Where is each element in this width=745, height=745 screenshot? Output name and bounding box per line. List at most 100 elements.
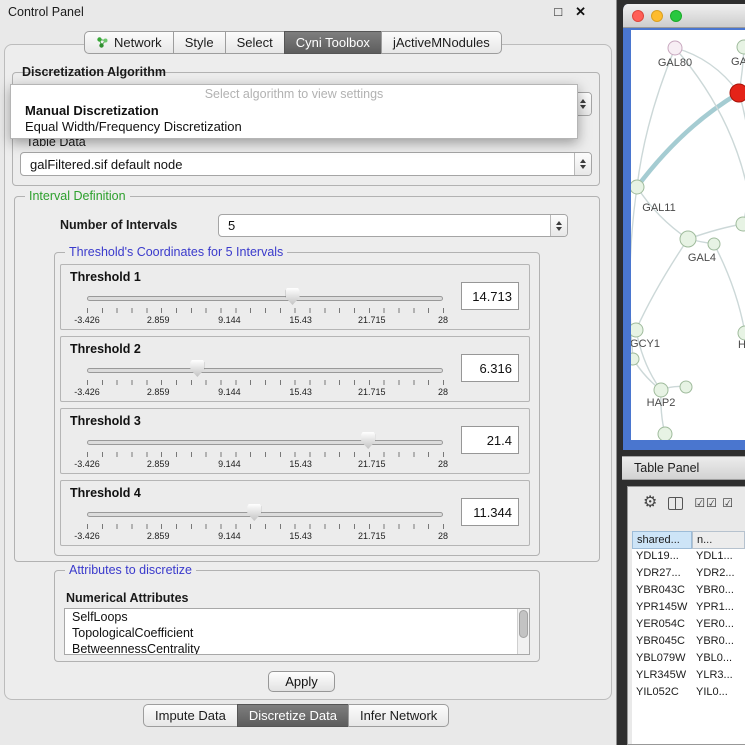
- table-row[interactable]: YBR043CYBR0...: [632, 583, 745, 600]
- tab-discretize-data[interactable]: Discretize Data: [237, 704, 348, 727]
- tab-impute-data[interactable]: Impute Data: [143, 704, 237, 727]
- network-node[interactable]: [730, 84, 745, 102]
- dropdown-option-equal-width-frequency[interactable]: Equal Width/Frequency Discretization: [11, 118, 577, 134]
- tab-select[interactable]: Select: [225, 31, 284, 54]
- tick-label: 28: [438, 531, 448, 541]
- network-edge[interactable]: [636, 239, 688, 330]
- slider-track[interactable]: [87, 296, 443, 301]
- cell-name: YDR2...: [692, 566, 745, 583]
- tab-jactivemnodules[interactable]: jActiveMNodules: [381, 31, 502, 54]
- thresholds-container: Threshold 1 -3.426 2.859 9.144 15.43 21.715 28…: [60, 264, 534, 552]
- network-node-h[interactable]: [738, 326, 745, 340]
- network-node-gal4[interactable]: [680, 231, 696, 247]
- network-node[interactable]: [658, 427, 672, 440]
- threshold-value-field[interactable]: 21.4: [461, 426, 519, 454]
- slider-thumb[interactable]: [286, 288, 300, 305]
- table-panel-titlebar[interactable]: Table Panel: [622, 456, 745, 480]
- tab-infer-network[interactable]: Infer Network: [348, 704, 449, 727]
- column-header-name[interactable]: n...: [692, 531, 745, 549]
- close-traffic-light-icon[interactable]: [632, 10, 644, 22]
- tick-label: 21.715: [358, 387, 386, 397]
- settings-gear-icon[interactable]: ⚙: [643, 495, 657, 511]
- tick-label: 2.859: [147, 459, 170, 469]
- numerical-attributes-list[interactable]: SelfLoopsTopologicalCoefficientBetweenne…: [64, 608, 530, 655]
- table-row[interactable]: YER054CYER0...: [632, 617, 745, 634]
- scrollbar-thumb[interactable]: [519, 610, 528, 638]
- tab-cyni-toolbox[interactable]: Cyni Toolbox: [284, 31, 381, 54]
- slider-thumb[interactable]: [247, 504, 261, 521]
- table-row[interactable]: YBR045CYBR0...: [632, 634, 745, 651]
- checkbox-icons[interactable]: ☑☑ ☑: [694, 496, 734, 510]
- network-edge-highlighted[interactable]: [637, 93, 739, 187]
- cell-shared-name: YER054C: [632, 617, 692, 634]
- slider-track[interactable]: [87, 440, 443, 445]
- threshold-panel-4: Threshold 4-3.4262.8599.14415.4321.71528…: [60, 480, 530, 546]
- threshold-panel-1: Threshold 1-3.4262.8599.14415.4321.71528…: [60, 264, 530, 330]
- network-node[interactable]: [680, 381, 692, 393]
- network-edge[interactable]: [688, 224, 743, 239]
- network-node-hap2[interactable]: [654, 383, 668, 397]
- threshold-value-field[interactable]: 11.344: [461, 498, 519, 526]
- column-selector-icon[interactable]: [668, 497, 683, 510]
- slider-track[interactable]: [87, 368, 443, 373]
- tick-label: -3.426: [74, 387, 100, 397]
- table-row[interactable]: YPR145WYPR1...: [632, 600, 745, 617]
- tick-label: 9.144: [218, 459, 241, 469]
- combo-arrows-icon[interactable]: [574, 153, 591, 175]
- table-row[interactable]: YLR345WYLR3...: [632, 668, 745, 685]
- node-label: GAL11: [642, 202, 675, 214]
- network-node-gal11[interactable]: [631, 180, 644, 194]
- table-row[interactable]: YDR27...YDR2...: [632, 566, 745, 583]
- float-window-icon[interactable]: □: [554, 4, 562, 20]
- node-label: GAL4: [688, 252, 716, 264]
- minimize-traffic-light-icon[interactable]: [651, 10, 663, 22]
- network-node[interactable]: [708, 238, 720, 250]
- network-edge[interactable]: [714, 244, 745, 333]
- cell-name: YBR0...: [692, 583, 745, 600]
- cell-shared-name: YLR345W: [632, 668, 692, 685]
- tab-label: Infer Network: [360, 708, 437, 723]
- list-item-selfloops[interactable]: SelfLoops: [65, 609, 529, 625]
- table-data-combobox[interactable]: galFiltered.sif default node: [20, 152, 592, 176]
- network-graph: GAL80GAGAL11GAL4GCY1HHAP2: [631, 30, 745, 440]
- column-header-shared-name[interactable]: shared...: [632, 531, 692, 549]
- tab-label: Cyni Toolbox: [296, 35, 370, 50]
- tick-label: 28: [438, 387, 448, 397]
- network-node-gcy1[interactable]: [631, 323, 643, 337]
- slider-track[interactable]: [87, 512, 443, 517]
- network-window-titlebar[interactable]: [623, 4, 745, 28]
- threshold-label: Threshold 1: [70, 270, 141, 284]
- network-node[interactable]: [631, 353, 639, 365]
- control-panel-titlebar[interactable]: Control Panel □ ✕: [0, 0, 616, 24]
- list-item-topologicalcoefficient[interactable]: TopologicalCoefficient: [65, 625, 529, 641]
- list-scrollbar[interactable]: [517, 609, 529, 654]
- tab-style[interactable]: Style: [173, 31, 225, 54]
- zoom-traffic-light-icon[interactable]: [670, 10, 682, 22]
- tick-label: 21.715: [358, 531, 386, 541]
- apply-button[interactable]: Apply: [268, 671, 335, 692]
- list-item-betweennesscentrality[interactable]: BetweennessCentrality: [65, 641, 529, 655]
- threshold-value-field[interactable]: 6.316: [461, 354, 519, 382]
- slider-thumb[interactable]: [190, 360, 204, 377]
- algorithm-group-label: Discretization Algorithm: [22, 65, 166, 79]
- tick-label: 15.43: [289, 387, 312, 397]
- network-canvas[interactable]: GAL80GAGAL11GAL4GCY1HHAP2: [631, 30, 745, 440]
- network-node[interactable]: [736, 217, 745, 231]
- network-node-ga[interactable]: [737, 40, 745, 54]
- dropdown-option-manual-discretization[interactable]: Manual Discretization: [11, 102, 577, 118]
- combo-arrows-icon[interactable]: [550, 215, 567, 236]
- table-row[interactable]: YDL19...YDL1...: [632, 549, 745, 566]
- tick-label: 9.144: [218, 531, 241, 541]
- threshold-value-field[interactable]: 14.713: [461, 282, 519, 310]
- tab-network[interactable]: Network: [84, 31, 173, 54]
- close-window-icon[interactable]: ✕: [575, 4, 586, 20]
- slider-thumb[interactable]: [361, 432, 375, 449]
- cell-shared-name: YIL052C: [632, 685, 692, 702]
- network-node-gal80[interactable]: [668, 41, 682, 55]
- dropdown-header: Select algorithm to view settings: [11, 87, 577, 102]
- network-edge[interactable]: [675, 48, 739, 93]
- table-row[interactable]: YBL079WYBL0...: [632, 651, 745, 668]
- slider-tick-labels: -3.4262.8599.14415.4321.71528: [87, 387, 443, 398]
- number-of-intervals-combobox[interactable]: 5: [218, 214, 568, 237]
- table-row[interactable]: YIL052CYIL0...: [632, 685, 745, 702]
